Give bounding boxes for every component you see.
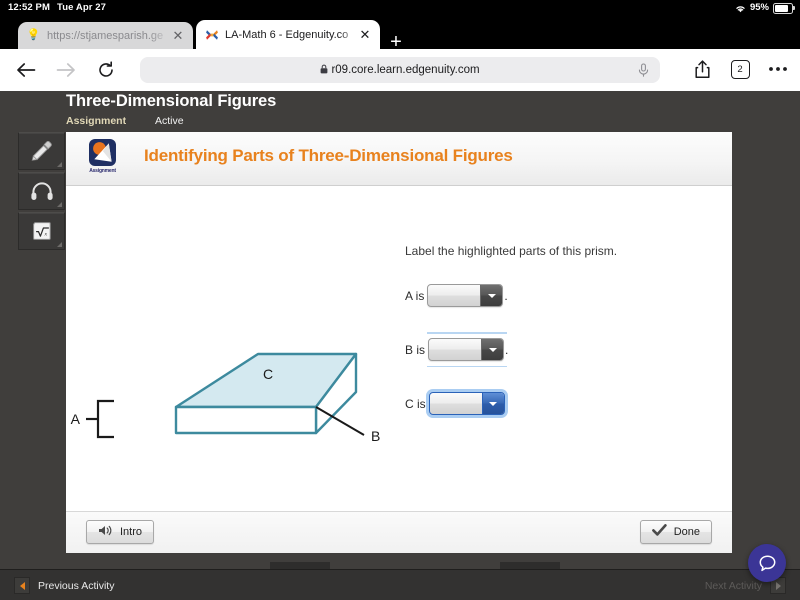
browser-tab-strip: 💡 https://stjamesparish.ge ✕ LA-Math 6 -…	[0, 16, 800, 52]
more-options-icon[interactable]	[766, 57, 790, 81]
rectangular-prism-diagram: A B C	[66, 332, 396, 482]
close-icon[interactable]: ✕	[171, 29, 185, 43]
lesson-card: Assignment Identifying Parts of Three-Di…	[66, 132, 732, 553]
question-label-a: A is	[405, 288, 425, 303]
reload-icon[interactable]	[92, 56, 120, 84]
battery-percent: 95%	[749, 2, 769, 13]
page-title: Three-Dimensional Figures	[66, 92, 277, 110]
lesson-type-label: Assignment	[66, 115, 127, 127]
question-row-a: A is .	[405, 284, 508, 307]
checkmark-icon	[651, 524, 667, 540]
toolbar-right-group: 2	[690, 57, 790, 81]
dropdown-a[interactable]	[427, 284, 504, 307]
dropdown-b-value	[429, 339, 481, 360]
chevron-down-icon[interactable]	[480, 285, 503, 306]
intro-button[interactable]: Intro	[86, 520, 155, 544]
intro-button-label: Intro	[120, 526, 143, 538]
edgenuity-icon	[204, 27, 219, 42]
share-icon[interactable]	[690, 57, 714, 81]
clock: 12:52 PM	[8, 2, 50, 13]
lock-icon	[320, 64, 328, 76]
highlighter-tool[interactable]	[18, 132, 65, 170]
activity-title: Identifying Parts of Three-Dimensional F…	[144, 146, 513, 165]
ios-status-bar: 12:52 PM Tue Apr 27 95%	[0, 0, 800, 16]
status-bar-left: 12:52 PM Tue Apr 27	[8, 2, 106, 13]
close-icon[interactable]: ✕	[358, 28, 372, 42]
tab-count-button[interactable]: 2	[728, 57, 752, 81]
battery-icon	[773, 3, 795, 14]
lesson-state-label: Active	[155, 115, 184, 127]
previous-activity-button[interactable]: Previous Activity	[14, 577, 114, 594]
edgenuity-page: Three-Dimensional Figures Assignment Act…	[0, 91, 800, 600]
figure-label-a: A	[71, 411, 81, 427]
dropdown-c[interactable]	[428, 392, 505, 415]
question-row-b: B is .	[405, 332, 509, 367]
next-activity-label: Next Activity	[704, 579, 762, 592]
wifi-icon	[735, 4, 746, 13]
tab-title: LA-Math 6 - Edgenuity.co	[225, 28, 349, 41]
browser-tab-1[interactable]: 💡 https://stjamesparish.ge ✕	[18, 22, 193, 49]
date: Tue Apr 27	[57, 2, 107, 13]
lesson-subheader: Assignment Active	[66, 115, 184, 127]
activity-navigation-bar: Previous Activity Next Activity	[0, 569, 800, 600]
dropdown-a-value	[428, 285, 480, 306]
focus-highlight-top	[427, 332, 508, 334]
done-button-label: Done	[673, 526, 700, 538]
assignment-badge-label: Assignment	[89, 167, 116, 174]
microphone-icon[interactable]	[637, 63, 650, 77]
tool-rail: x	[18, 132, 66, 252]
ipad-screen: 12:52 PM Tue Apr 27 95% 💡 https://stjame…	[0, 0, 800, 600]
audio-tool[interactable]	[18, 172, 65, 210]
tab-title: https://stjamesparish.ge	[47, 29, 164, 42]
question-label-c: C is	[405, 396, 426, 411]
triangle-left-icon	[14, 577, 30, 594]
chevron-down-icon[interactable]	[481, 339, 504, 360]
lesson-card-footer: Intro Done	[66, 511, 732, 553]
period-b: .	[505, 342, 509, 357]
question-prompt: Label the highlighted parts of this pris…	[405, 244, 618, 258]
speaker-icon	[98, 524, 113, 540]
focus-highlight-bottom	[427, 365, 508, 367]
address-bar[interactable]: r09.core.learn.edgenuity.com	[140, 57, 660, 83]
back-arrow-icon[interactable]	[12, 56, 40, 84]
previous-activity-label: Previous Activity	[38, 579, 115, 592]
browser-toolbar: r09.core.learn.edgenuity.com 2	[0, 49, 800, 91]
dropdown-b[interactable]	[428, 338, 505, 361]
assignment-icon: Assignment	[86, 139, 119, 177]
period-c: .	[505, 396, 510, 411]
dropdown-b-wrapper	[427, 332, 508, 367]
headphones-icon	[30, 182, 53, 200]
question-row-c: C is .	[405, 392, 509, 415]
dropdown-c-value	[430, 393, 482, 414]
done-button[interactable]: Done	[639, 520, 712, 544]
status-bar-right: 95%	[735, 2, 795, 14]
browser-tab-2[interactable]: LA-Math 6 - Edgenuity.co ✕	[196, 20, 380, 49]
pencil-icon	[31, 140, 52, 161]
tab-count-label: 2	[730, 59, 750, 79]
lightbulb-icon: 💡	[26, 29, 41, 41]
chevron-down-icon[interactable]	[481, 393, 504, 414]
question-label-b: B is	[405, 342, 426, 357]
forward-arrow-icon	[52, 56, 80, 84]
period-a: .	[504, 288, 508, 303]
figure-label-c: C	[263, 366, 273, 382]
url-text: r09.core.learn.edgenuity.com	[331, 64, 480, 76]
square-root-icon: x	[32, 222, 51, 240]
figure-label-b: B	[371, 428, 380, 444]
chat-bubble-icon	[759, 554, 775, 571]
svg-text:x: x	[43, 232, 47, 238]
chat-bubble-button[interactable]	[748, 544, 786, 582]
dropdown-a-wrapper	[427, 284, 504, 307]
calculator-tool[interactable]: x	[18, 212, 65, 250]
dropdown-c-wrapper	[428, 392, 505, 415]
